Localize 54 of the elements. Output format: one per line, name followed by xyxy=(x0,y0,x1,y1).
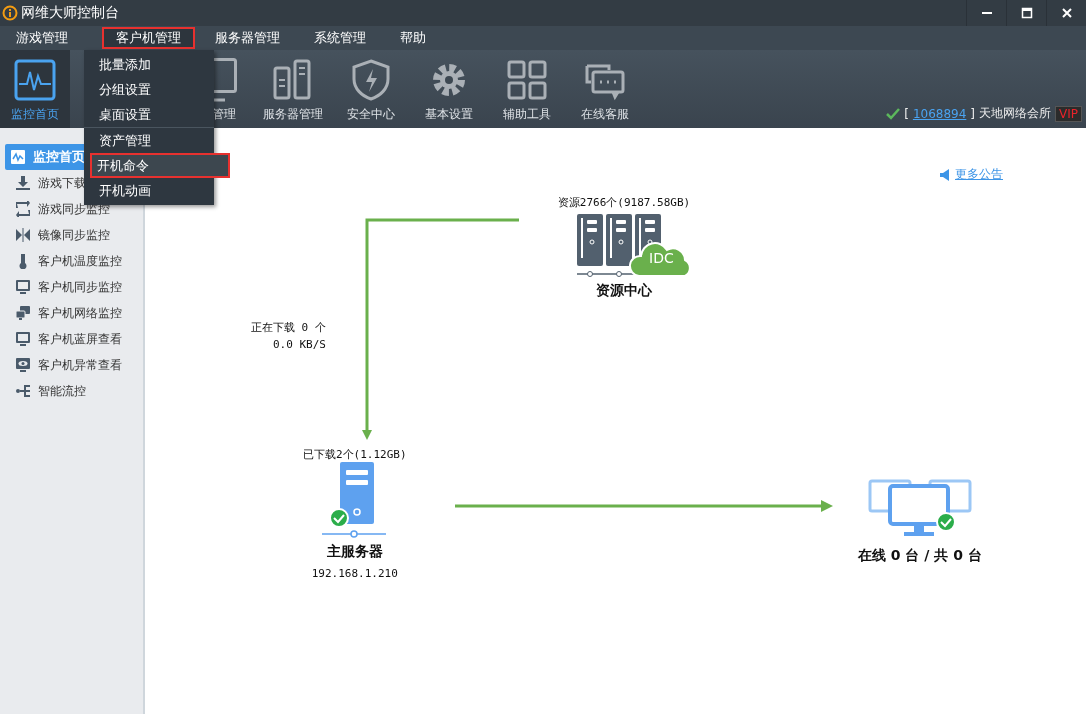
network-icon xyxy=(15,305,31,321)
menu-item[interactable]: 游戏管理 xyxy=(2,27,82,49)
menu-item[interactable]: 分组设置 xyxy=(84,77,214,102)
toolbar-button[interactable]: 辅助工具 xyxy=(488,50,566,128)
data-center-drawing: IDC xyxy=(573,214,695,280)
menu-item[interactable]: 开机命令 xyxy=(90,153,230,178)
sidebar-item[interactable]: 智能流控 xyxy=(5,378,141,404)
client-status: 在线 0 台 / 共 0 台 xyxy=(858,547,982,565)
eye-monitor-icon xyxy=(15,357,31,373)
close-icon xyxy=(1060,7,1073,19)
sidebar-item[interactable]: 客户机同步监控 xyxy=(5,274,141,300)
menu-item[interactable]: 系统管理 xyxy=(300,27,380,49)
downloading-count: 正在下载 0 个 xyxy=(251,320,326,335)
download-icon xyxy=(15,175,31,191)
sidebar-item[interactable]: 客户机异常查看 xyxy=(5,352,141,378)
monitor-icon xyxy=(15,331,31,347)
bracket: ] xyxy=(970,106,975,121)
monitor-icon xyxy=(10,149,26,165)
menu-item[interactable]: 开机动画 xyxy=(84,178,214,203)
toolbar-button[interactable]: 在线客服 xyxy=(566,50,644,128)
resource-center-title: 资源中心 xyxy=(596,282,652,300)
check-icon xyxy=(886,107,901,120)
pulse-monitor-icon xyxy=(13,58,57,102)
downloaded-summary: 已下载2个(1.12GB) xyxy=(303,447,407,462)
grid-icon xyxy=(505,58,549,102)
maximize-icon xyxy=(1020,7,1033,19)
menu-item[interactable]: 帮助 xyxy=(386,27,440,49)
mirror-icon xyxy=(15,227,31,243)
toolbar-button[interactable]: 基本设置 xyxy=(410,50,488,128)
sidebar-item[interactable]: 镜像同步监控 xyxy=(5,222,141,248)
info-icon xyxy=(2,5,18,21)
toolbar-button[interactable]: 服务器管理 xyxy=(254,50,332,128)
menu-item[interactable]: 批量添加 xyxy=(84,52,214,77)
monitor-icon xyxy=(15,279,31,295)
sidebar-item[interactable]: 客户机温度监控 xyxy=(5,248,141,274)
window-title: 网维大师控制台 xyxy=(21,4,119,22)
server-ip: 192.168.1.210 xyxy=(311,567,398,580)
toolbar-button[interactable]: 安全中心 xyxy=(332,50,410,128)
resource-summary: 资源2766个(9187.58GB) xyxy=(557,195,691,210)
flow-icon xyxy=(15,383,31,399)
monitor-icon xyxy=(214,58,237,102)
menu-item[interactable]: 服务器管理 xyxy=(201,27,294,49)
menu-item[interactable]: 客户机管理 xyxy=(102,27,195,49)
main-server-title: 主服务器 xyxy=(326,543,383,561)
download-speed: 0.0 KB/S xyxy=(272,338,326,351)
account-id-link[interactable]: 1068894 xyxy=(912,106,967,121)
menu-item[interactable]: 桌面设置 xyxy=(84,102,214,127)
bracket: [ xyxy=(904,106,909,121)
sidebar-item[interactable]: 客户机蓝屏查看 xyxy=(5,326,141,352)
vip-badge: VIP xyxy=(1055,105,1082,122)
sidebar-item[interactable]: 客户机网络监控 xyxy=(5,300,141,326)
sync-icon xyxy=(15,201,31,217)
account-name: 天地网络会所 xyxy=(979,105,1051,122)
toolbar-button[interactable]: 监控首页 xyxy=(0,50,70,128)
